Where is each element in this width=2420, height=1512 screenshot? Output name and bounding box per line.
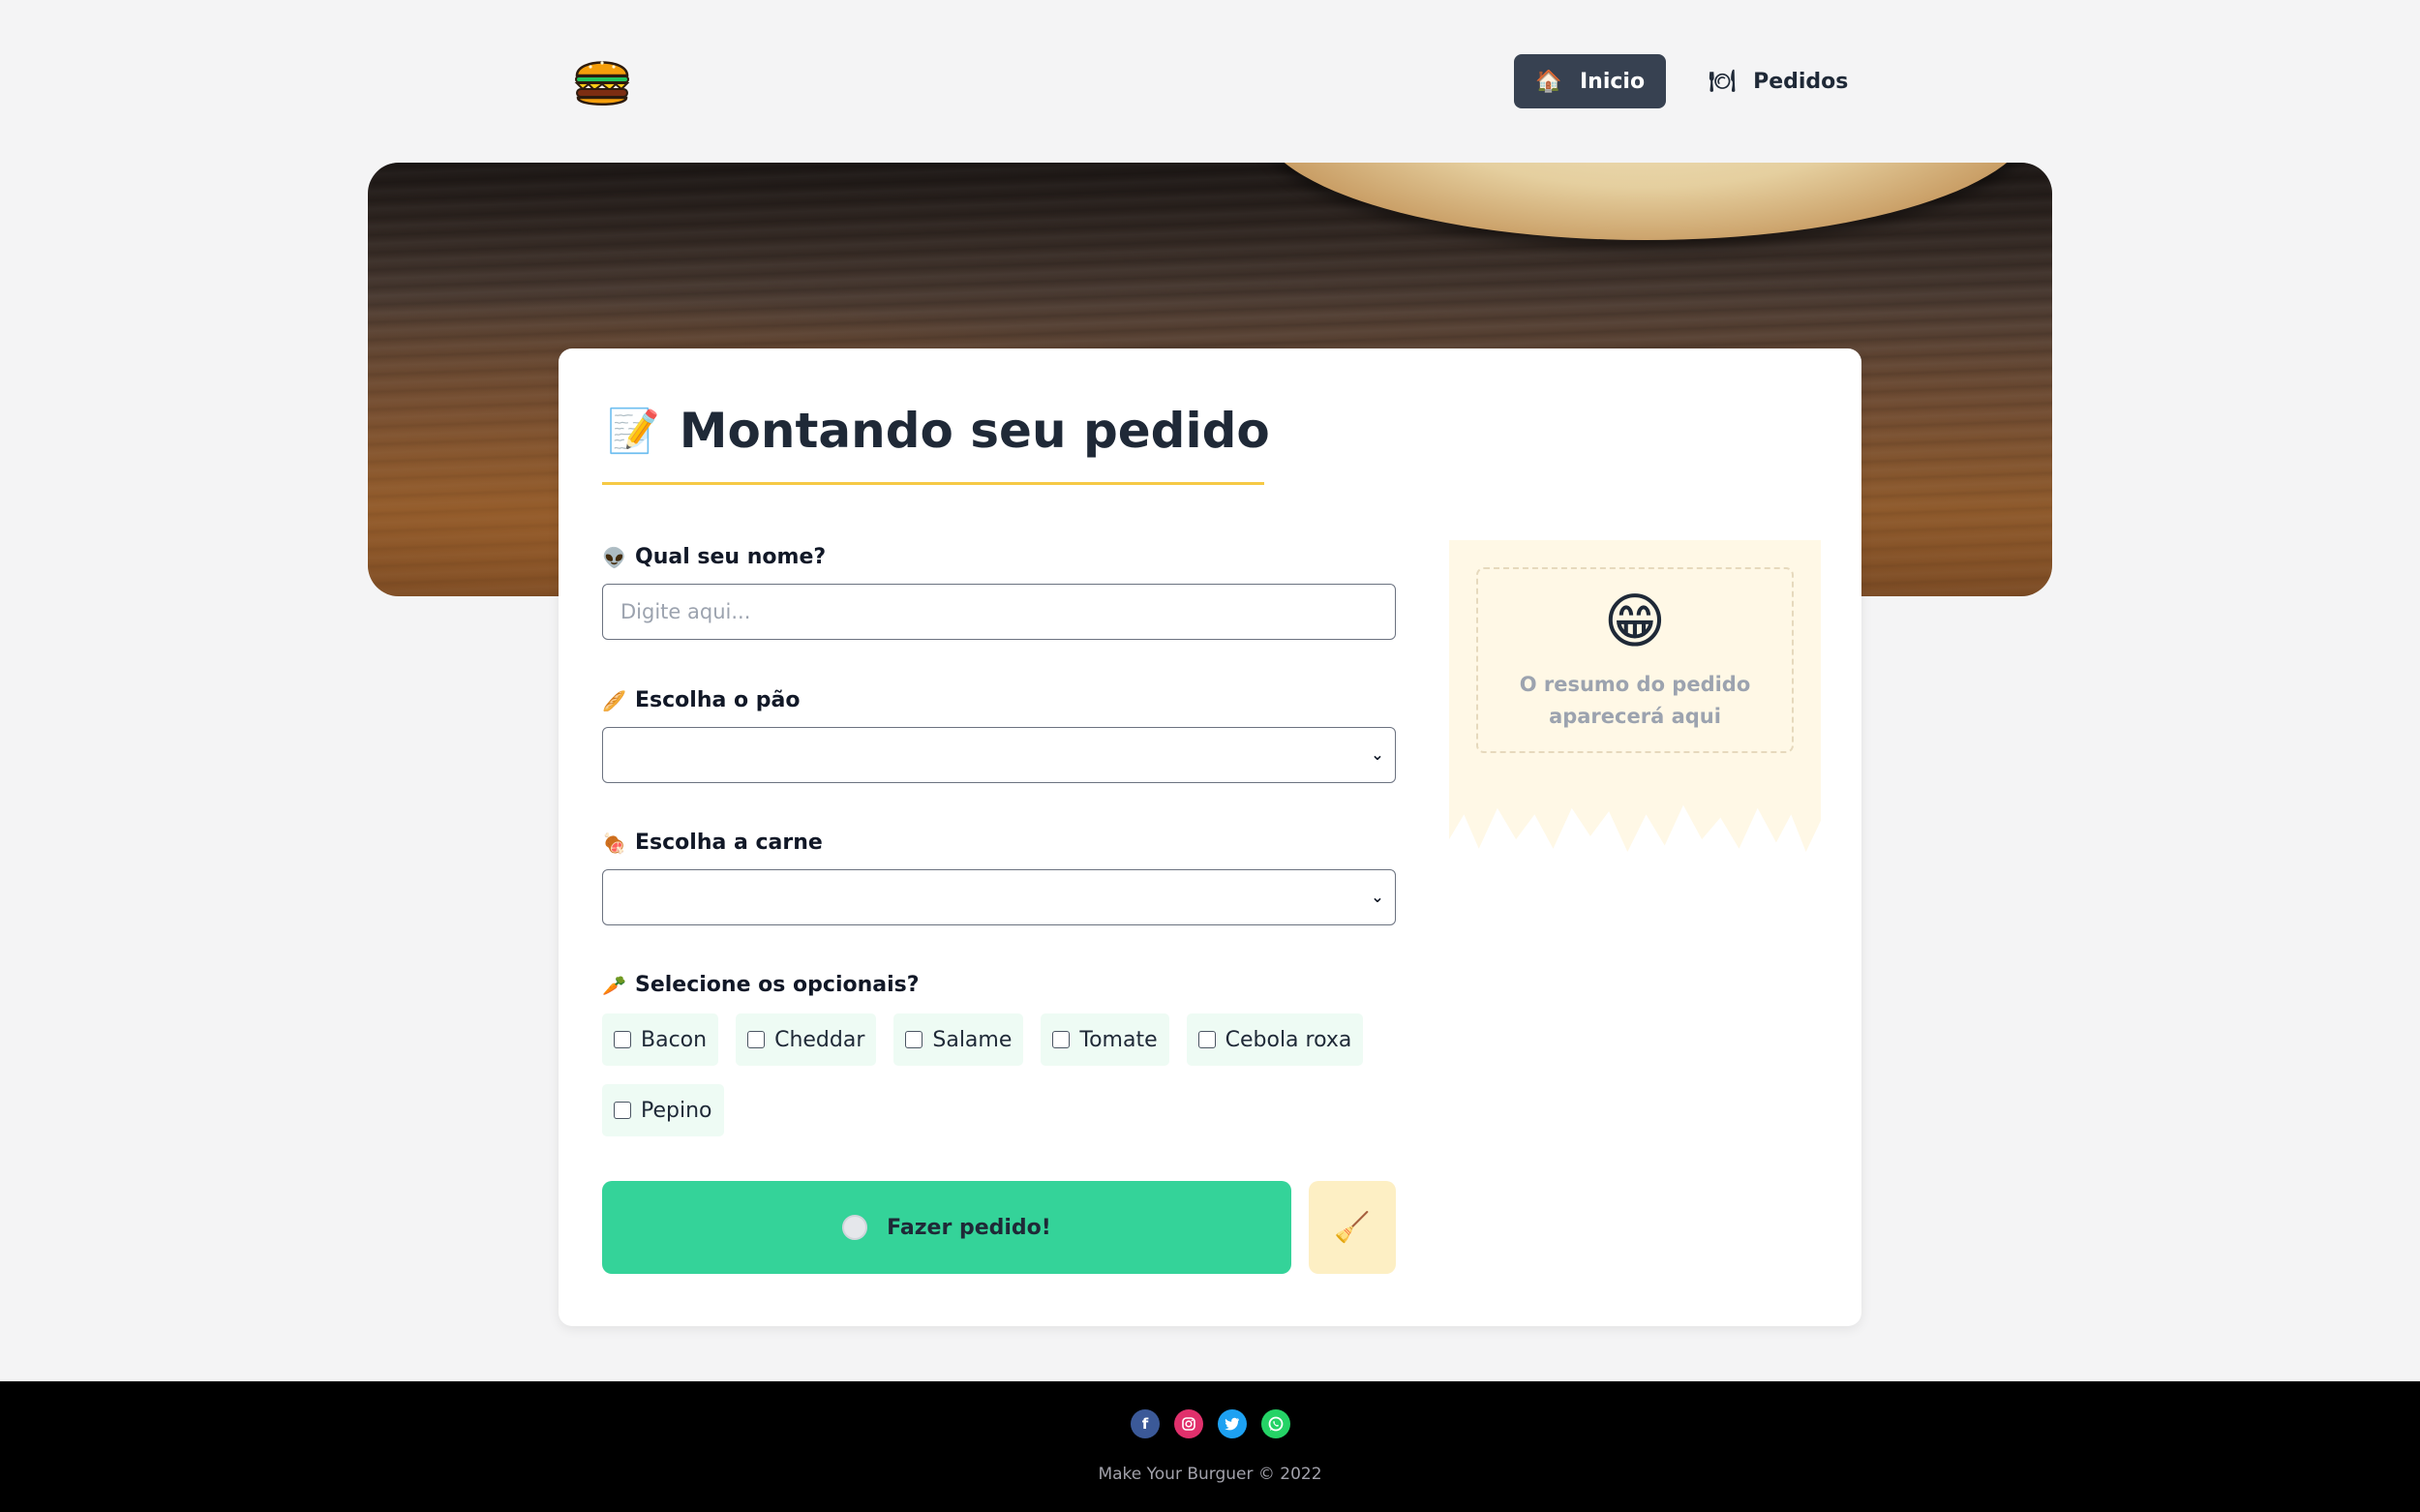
submit-label: Fazer pedido! (887, 1215, 1051, 1240)
checkbox[interactable] (1197, 1031, 1216, 1048)
meat-select[interactable]: ⌄ (602, 869, 1396, 925)
nav-inicio-label: Inicio (1580, 69, 1646, 94)
optionals-field-label: 🥕 Selecione os opcionais? (602, 973, 920, 997)
chevron-down-icon: ⌄ (1371, 888, 1384, 906)
twitter-icon[interactable] (1218, 1409, 1247, 1438)
clear-form-button[interactable]: 🧹 (1309, 1181, 1396, 1274)
nav-inicio-button[interactable]: 🏠 Inicio (1514, 54, 1667, 108)
social-links: f (1131, 1409, 1290, 1438)
optional-cheddar[interactable]: Cheddar (736, 1013, 877, 1066)
optional-label: Salame (932, 1027, 1013, 1052)
bread-icon: 🥖 (602, 688, 626, 712)
optional-tomate[interactable]: Tomate (1041, 1013, 1169, 1066)
burger-bun-photo (1258, 163, 2033, 240)
whatsapp-icon[interactable] (1261, 1409, 1290, 1438)
house-icon: 🏠 (1535, 69, 1562, 94)
facebook-icon[interactable]: f (1131, 1409, 1160, 1438)
optionals-row-1: Bacon Cheddar Salame Tomate Cebola roxa (602, 1013, 1364, 1066)
nav-pedidos-label: Pedidos (1753, 69, 1849, 94)
optional-label: Cebola roxa (1225, 1027, 1352, 1052)
chevron-down-icon: ⌄ (1371, 745, 1384, 764)
optional-pepino[interactable]: Pepino (602, 1084, 724, 1136)
optional-label: Cheddar (774, 1027, 865, 1052)
name-label-text: Qual seu nome? (635, 545, 827, 569)
order-summary-panel: 😁 O resumo do pedido aparecerá aqui (1449, 540, 1821, 852)
broom-icon: 🧹 (1334, 1210, 1371, 1245)
optional-salame[interactable]: Salame (893, 1013, 1024, 1066)
loading-dot-icon (842, 1215, 868, 1240)
optional-label: Pepino (641, 1098, 712, 1123)
carrot-icon: 🥕 (602, 973, 626, 997)
bread-select[interactable]: ⌄ (602, 727, 1396, 783)
main-nav: 🏠 Inicio 🍽 Pedidos (1514, 54, 1869, 108)
alien-icon: 👽 (602, 545, 626, 569)
footer-copyright: Make Your Burguer © 2022 (1098, 1465, 1322, 1484)
meat-label-text: Escolha a carne (635, 831, 823, 855)
optional-cebola-roxa[interactable]: Cebola roxa (1186, 1013, 1364, 1066)
burger-logo-icon[interactable] (573, 50, 631, 110)
memo-icon: 📝 (607, 407, 660, 456)
title-row: 📝 Montando seu pedido (607, 403, 1270, 459)
bread-field-label: 🥖 Escolha o pão (602, 688, 800, 712)
meat-icon: 🍖 (602, 831, 626, 855)
checkbox[interactable] (905, 1031, 923, 1048)
order-summary-placeholder: 😁 O resumo do pedido aparecerá aqui (1476, 567, 1794, 753)
submit-order-button[interactable]: Fazer pedido! (602, 1181, 1291, 1274)
page-title: Montando seu pedido (679, 403, 1270, 459)
checkbox[interactable] (747, 1031, 766, 1048)
optional-label: Tomate (1079, 1027, 1158, 1052)
name-input[interactable] (602, 584, 1396, 640)
header: 🏠 Inicio 🍽 Pedidos (0, 0, 2420, 163)
order-form-card: 📝 Montando seu pedido 👽 Qual seu nome? 🥖… (559, 348, 1861, 1326)
summary-text: O resumo do pedido aparecerá aqui (1519, 673, 1751, 728)
title-underline (602, 482, 1264, 485)
optional-bacon[interactable]: Bacon (602, 1013, 719, 1066)
bread-label-text: Escolha o pão (635, 688, 801, 712)
optional-label: Bacon (641, 1027, 708, 1052)
checkbox[interactable] (1052, 1031, 1071, 1048)
nav-pedidos-button[interactable]: 🍽 Pedidos (1687, 54, 1869, 108)
grinning-face-icon: 😁 (1603, 586, 1667, 656)
checkbox[interactable] (614, 1102, 631, 1119)
optionals-row-2: Pepino (602, 1084, 724, 1136)
meat-field-label: 🍖 Escolha a carne (602, 831, 823, 855)
name-field-label: 👽 Qual seu nome? (602, 545, 826, 569)
instagram-icon[interactable] (1174, 1409, 1203, 1438)
optionals-label-text: Selecione os opcionais? (635, 973, 920, 997)
checkbox[interactable] (614, 1031, 631, 1048)
plate-icon: 🍽 (1709, 69, 1737, 94)
footer: f Make Your Burguer © 2022 (0, 1381, 2420, 1512)
